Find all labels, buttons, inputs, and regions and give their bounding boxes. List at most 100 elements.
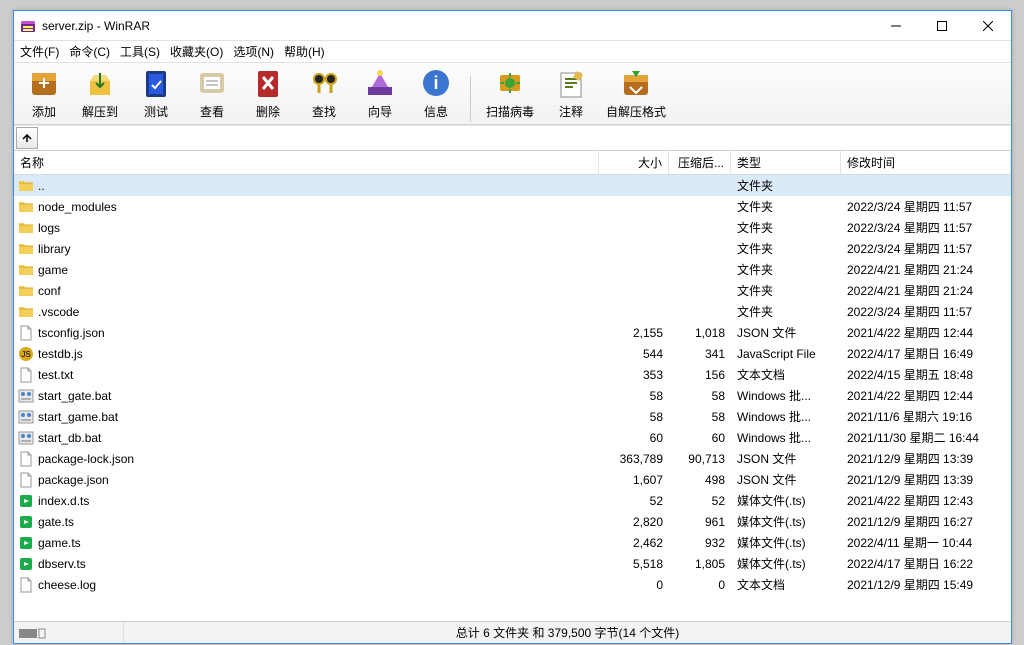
file-row[interactable]: start_db.bat6060Windows 批...2021/11/30 星… [14, 427, 1011, 448]
bat-icon [18, 409, 34, 425]
comment-button[interactable]: 注释 [545, 63, 597, 122]
file-row[interactable]: start_gate.bat5858Windows 批...2021/4/22 … [14, 385, 1011, 406]
file-packed-size: 341 [669, 347, 731, 361]
column-type[interactable]: 类型 [731, 151, 841, 174]
menu-tools[interactable]: 工具(S) [120, 43, 160, 60]
folder-icon [18, 199, 34, 215]
file-size: 2,820 [599, 515, 669, 529]
file-mtime: 2022/3/24 星期四 11:57 [841, 198, 1011, 215]
file-size: 58 [599, 389, 669, 403]
info-button[interactable]: i 信息 [410, 63, 462, 122]
file-name: start_game.bat [38, 410, 118, 424]
file-type: JSON 文件 [731, 471, 841, 488]
close-button[interactable] [965, 11, 1011, 41]
folder-icon [18, 220, 34, 236]
file-row[interactable]: package.json1,607498JSON 文件2021/12/9 星期四… [14, 469, 1011, 490]
file-type: 文件夹 [731, 177, 841, 194]
statusbar-left-panel [14, 622, 124, 643]
file-row[interactable]: node_modules文件夹2022/3/24 星期四 11:57 [14, 196, 1011, 217]
menu-help[interactable]: 帮助(H) [284, 43, 325, 60]
winrar-window: server.zip - WinRAR 文件(F) 命令(C) 工具(S) 收藏… [13, 10, 1012, 644]
file-type: JSON 文件 [731, 324, 841, 341]
info-label: 信息 [424, 103, 448, 120]
file-row[interactable]: ..文件夹 [14, 175, 1011, 196]
file-name: cheese.log [38, 578, 96, 592]
file-name: logs [38, 221, 60, 235]
folder-icon [18, 262, 34, 278]
minimize-button[interactable] [873, 11, 919, 41]
view-label: 查看 [200, 103, 224, 120]
file-mtime: 2022/3/24 星期四 11:57 [841, 240, 1011, 257]
file-row[interactable]: conf文件夹2022/4/21 星期四 21:24 [14, 280, 1011, 301]
delete-label: 删除 [256, 103, 280, 120]
file-packed-size: 961 [669, 515, 731, 529]
file-size: 1,607 [599, 473, 669, 487]
view-button[interactable]: 查看 [186, 63, 238, 122]
file-row[interactable]: start_game.bat5858Windows 批...2021/11/6 … [14, 406, 1011, 427]
menubar: 文件(F) 命令(C) 工具(S) 收藏夹(O) 选项(N) 帮助(H) [14, 41, 1011, 63]
address-bar [14, 125, 1011, 151]
up-one-level-button[interactable] [16, 127, 38, 149]
add-button[interactable]: 添加 [18, 63, 70, 122]
file-row[interactable]: test.txt353156文本文档2022/4/15 星期五 18:48 [14, 364, 1011, 385]
menu-file[interactable]: 文件(F) [20, 43, 59, 60]
file-packed-size: 90,713 [669, 452, 731, 466]
file-name: conf [38, 284, 61, 298]
test-button[interactable]: 测试 [130, 63, 182, 122]
file-row[interactable]: index.d.ts5252媒体文件(.ts)2021/4/22 星期四 12:… [14, 490, 1011, 511]
file-row[interactable]: cheese.log00文本文档2021/12/9 星期四 15:49 [14, 574, 1011, 595]
svg-text:i: i [433, 73, 438, 93]
file-size: 0 [599, 578, 669, 592]
file-row[interactable]: dbserv.ts5,5181,805媒体文件(.ts)2022/4/17 星期… [14, 553, 1011, 574]
column-mtime[interactable]: 修改时间 [841, 151, 1011, 174]
file-icon [18, 451, 34, 467]
file-type: Windows 批... [731, 429, 841, 446]
file-row[interactable]: package-lock.json363,78990,713JSON 文件202… [14, 448, 1011, 469]
file-packed-size: 1,805 [669, 557, 731, 571]
file-row[interactable]: tsconfig.json2,1551,018JSON 文件2021/4/22 … [14, 322, 1011, 343]
menu-options[interactable]: 选项(N) [233, 43, 274, 60]
file-row[interactable]: logs文件夹2022/3/24 星期四 11:57 [14, 217, 1011, 238]
delete-button[interactable]: 删除 [242, 63, 294, 122]
ts-icon [18, 493, 34, 509]
file-mtime: 2021/12/9 星期四 13:39 [841, 471, 1011, 488]
file-row[interactable]: JStestdb.js544341JavaScript File2022/4/1… [14, 343, 1011, 364]
ts-icon [18, 556, 34, 572]
file-mtime: 2021/12/9 星期四 16:27 [841, 513, 1011, 530]
virusscan-button[interactable]: 扫描病毒 [479, 63, 541, 122]
column-name[interactable]: 名称 [14, 151, 599, 174]
file-type: 文件夹 [731, 219, 841, 236]
file-row[interactable]: gate.ts2,820961媒体文件(.ts)2021/12/9 星期四 16… [14, 511, 1011, 532]
wizard-button[interactable]: 向导 [354, 63, 406, 122]
file-row[interactable]: .vscode文件夹2022/3/24 星期四 11:57 [14, 301, 1011, 322]
menu-favorites[interactable]: 收藏夹(O) [170, 43, 223, 60]
find-button[interactable]: 查找 [298, 63, 350, 122]
file-type: Windows 批... [731, 408, 841, 425]
file-icon [18, 325, 34, 341]
file-packed-size: 932 [669, 536, 731, 550]
file-mtime: 2022/4/15 星期五 18:48 [841, 366, 1011, 383]
maximize-button[interactable] [919, 11, 965, 41]
column-packed[interactable]: 压缩后... [669, 151, 731, 174]
bat-icon [18, 430, 34, 446]
file-icon [18, 472, 34, 488]
file-mtime: 2022/4/21 星期四 21:24 [841, 282, 1011, 299]
file-name: game [38, 263, 68, 277]
file-packed-size: 1,018 [669, 326, 731, 340]
column-headers: 名称 大小 压缩后... 类型 修改时间 [14, 151, 1011, 175]
extract-button[interactable]: 解压到 [74, 63, 126, 122]
file-type: 媒体文件(.ts) [731, 555, 841, 572]
sfx-icon [618, 65, 654, 101]
file-packed-size: 58 [669, 410, 731, 424]
menu-command[interactable]: 命令(C) [69, 43, 110, 60]
file-row[interactable]: library文件夹2022/3/24 星期四 11:57 [14, 238, 1011, 259]
file-row[interactable]: game文件夹2022/4/21 星期四 21:24 [14, 259, 1011, 280]
file-row[interactable]: game.ts2,462932媒体文件(.ts)2022/4/11 星期一 10… [14, 532, 1011, 553]
add-label: 添加 [32, 103, 56, 120]
file-mtime: 2021/4/22 星期四 12:44 [841, 387, 1011, 404]
column-size[interactable]: 大小 [599, 151, 669, 174]
file-list[interactable]: ..文件夹node_modules文件夹2022/3/24 星期四 11:57 l… [14, 175, 1011, 621]
file-type: JavaScript File [731, 347, 841, 361]
file-type: 文件夹 [731, 240, 841, 257]
sfx-button[interactable]: 自解压格式 [601, 63, 671, 122]
